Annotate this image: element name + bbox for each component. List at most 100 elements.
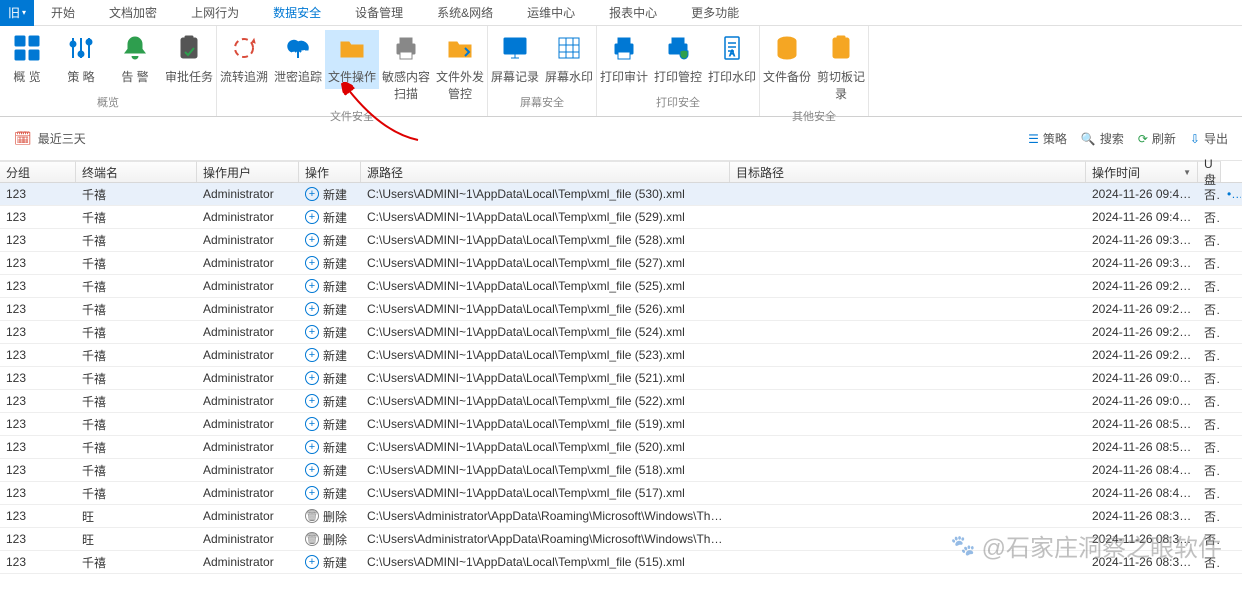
leak-trace-button[interactable]: 泄密追踪 <box>271 30 325 89</box>
table-row[interactable]: 123旺Administrator🗑删除C:\Users\Administrat… <box>0 528 1242 551</box>
table-row[interactable]: 123千禧Administrator+新建C:\Users\ADMINI~1\A… <box>0 459 1242 482</box>
file-out-button[interactable]: 文件外发管控 <box>433 30 487 106</box>
add-icon: + <box>305 463 319 477</box>
flow-trace-button[interactable]: 流转追溯 <box>217 30 271 89</box>
cell-operation: +新建 <box>299 232 361 249</box>
cell-source-path: C:\Users\ADMINI~1\AppData\Local\Temp\xml… <box>361 463 730 477</box>
cell-group: 123 <box>0 486 76 500</box>
cell-operation: 🗑删除 <box>299 508 361 525</box>
export-btn[interactable]: ⇩导出 <box>1190 130 1228 147</box>
cell-usb: 否 <box>1198 278 1221 295</box>
tab-3[interactable]: 数据安全 <box>256 0 338 26</box>
table-row[interactable]: 123千禧Administrator+新建C:\Users\ADMINI~1\A… <box>0 482 1242 505</box>
clipboard-rec-button[interactable]: 剪切板记录 <box>814 30 868 106</box>
add-icon: + <box>305 394 319 408</box>
cell-terminal: 千禧 <box>76 485 197 502</box>
tab-0[interactable]: 开始 <box>34 0 92 26</box>
cell-user: Administrator <box>197 187 299 201</box>
refresh-icon: ⟳ <box>1138 132 1148 146</box>
column-header-tgt[interactable]: 目标路径 <box>730 161 1086 182</box>
tab-1[interactable]: 文档加密 <box>92 0 174 26</box>
table-row[interactable]: 123千禧Administrator+新建C:\Users\ADMINI~1\A… <box>0 413 1242 436</box>
cell-usb: 否 <box>1198 301 1221 318</box>
column-header-group[interactable]: 分组 <box>0 161 76 182</box>
add-icon: + <box>305 302 319 316</box>
search-btn[interactable]: 🔍搜索 <box>1081 130 1124 147</box>
cell-operation: +新建 <box>299 324 361 341</box>
add-icon: + <box>305 555 319 569</box>
screen-wm-button[interactable]: 屏幕水印 <box>542 30 596 89</box>
print-audit-button[interactable]: 打印审计 <box>597 30 651 89</box>
table-row[interactable]: 123千禧Administrator+新建C:\Users\ADMINI~1\A… <box>0 390 1242 413</box>
cell-time: 2024-11-26 09:07:59 <box>1086 394 1198 408</box>
column-header-usb[interactable]: U盘 <box>1198 161 1221 182</box>
table-row[interactable]: 123千禧Administrator+新建C:\Users\ADMINI~1\A… <box>0 321 1242 344</box>
approval-button[interactable]: 审批任务 <box>162 30 216 89</box>
old-version-button[interactable]: 旧 <box>0 0 34 26</box>
cell-operation: +新建 <box>299 278 361 295</box>
tab-4[interactable]: 设备管理 <box>338 0 420 26</box>
table-row[interactable]: 123千禧Administrator+新建C:\Users\ADMINI~1\A… <box>0 367 1242 390</box>
cell-time: 2024-11-26 09:24:59 <box>1086 325 1198 339</box>
dlp-scan-button[interactable]: 敏感内容扫描 <box>379 30 433 106</box>
cell-operation: +新建 <box>299 347 361 364</box>
tab-8[interactable]: 更多功能 <box>674 0 756 26</box>
cell-group: 123 <box>0 532 76 546</box>
svg-text:A: A <box>729 49 735 58</box>
file-backup-button[interactable]: 文件备份 <box>760 30 814 89</box>
policy-button[interactable]: 策 略 <box>54 30 108 89</box>
table-row[interactable]: 123千禧Administrator+新建C:\Users\ADMINI~1\A… <box>0 206 1242 229</box>
tab-2[interactable]: 上网行为 <box>174 0 256 26</box>
overview-button[interactable]: 概 览 <box>0 30 54 89</box>
column-header-op[interactable]: 操作 <box>299 161 361 182</box>
cell-usb: 否 <box>1198 324 1221 341</box>
cell-terminal: 千禧 <box>76 393 197 410</box>
file-op-button[interactable]: 文件操作 <box>325 30 379 89</box>
tab-6[interactable]: 运维中心 <box>510 0 592 26</box>
cell-source-path: C:\Users\ADMINI~1\AppData\Local\Temp\xml… <box>361 279 730 293</box>
cell-terminal: 千禧 <box>76 462 197 479</box>
refresh-btn[interactable]: ⟳刷新 <box>1138 130 1176 147</box>
cell-group: 123 <box>0 555 76 569</box>
cell-group: 123 <box>0 463 76 477</box>
cell-group: 123 <box>0 348 76 362</box>
column-header-user[interactable]: 操作用户 <box>197 161 299 182</box>
cell-operation: +新建 <box>299 416 361 433</box>
cycle-icon <box>230 34 258 62</box>
alarm-button[interactable]: 告 警 <box>108 30 162 89</box>
cell-usb: 否 <box>1198 370 1221 387</box>
add-icon: + <box>305 187 319 201</box>
cell-usb: 否 <box>1198 347 1221 364</box>
cell-user: Administrator <box>197 486 299 500</box>
table-row[interactable]: 123千禧Administrator+新建C:\Users\ADMINI~1\A… <box>0 252 1242 275</box>
cell-operation: +新建 <box>299 462 361 479</box>
folder-icon <box>338 34 366 62</box>
add-icon: + <box>305 325 319 339</box>
grid-icon <box>13 34 41 62</box>
cell-source-path: C:\Users\ADMINI~1\AppData\Local\Temp\xml… <box>361 417 730 431</box>
table-row[interactable]: 123千禧Administrator+新建C:\Users\ADMINI~1\A… <box>0 551 1242 574</box>
column-header-src[interactable]: 源路径 <box>361 161 730 182</box>
cell-terminal: 旺 <box>76 531 197 548</box>
column-header-term[interactable]: 终端名 <box>76 161 197 182</box>
row-more-button[interactable]: ••• <box>1221 187 1241 201</box>
table-row[interactable]: 123千禧Administrator+新建C:\Users\ADMINI~1\A… <box>0 229 1242 252</box>
column-header-time[interactable]: 操作时间▼ <box>1086 161 1198 182</box>
cell-source-path: C:\Users\ADMINI~1\AppData\Local\Temp\xml… <box>361 371 730 385</box>
table-row[interactable]: 123旺Administrator🗑删除C:\Users\Administrat… <box>0 505 1242 528</box>
print-ctrl-button[interactable]: 打印管控 <box>651 30 705 89</box>
cell-source-path: C:\Users\ADMINI~1\AppData\Local\Temp\xml… <box>361 394 730 408</box>
table-row[interactable]: 123千禧Administrator+新建C:\Users\ADMINI~1\A… <box>0 183 1242 206</box>
table-row[interactable]: 123千禧Administrator+新建C:\Users\ADMINI~1\A… <box>0 298 1242 321</box>
policy-btn[interactable]: ☰策略 <box>1028 130 1067 147</box>
tab-5[interactable]: 系统&网络 <box>420 0 510 26</box>
table-row[interactable]: 123千禧Administrator+新建C:\Users\ADMINI~1\A… <box>0 275 1242 298</box>
screen-rec-button[interactable]: 屏幕记录 <box>488 30 542 89</box>
printer-icon <box>392 34 420 62</box>
cell-user: Administrator <box>197 371 299 385</box>
table-row[interactable]: 123千禧Administrator+新建C:\Users\ADMINI~1\A… <box>0 436 1242 459</box>
print-wm-button[interactable]: A打印水印 <box>705 30 759 89</box>
table-row[interactable]: 123千禧Administrator+新建C:\Users\ADMINI~1\A… <box>0 344 1242 367</box>
tab-7[interactable]: 报表中心 <box>592 0 674 26</box>
cell-operation: +新建 <box>299 255 361 272</box>
